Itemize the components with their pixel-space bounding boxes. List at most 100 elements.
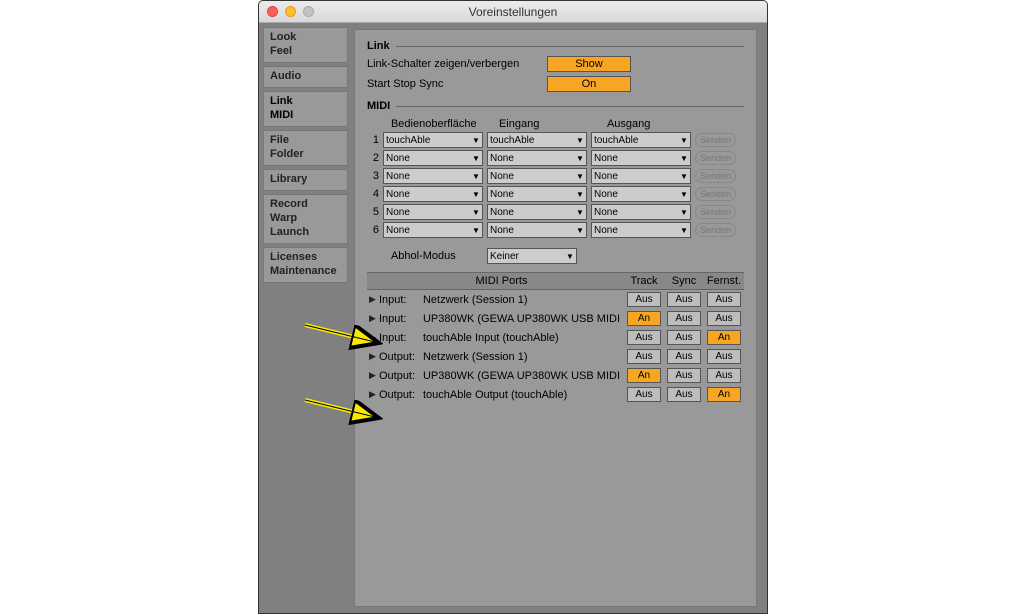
port-toggle[interactable]: Aus xyxy=(667,292,701,307)
port-name: UP380WK (GEWA UP380WK USB MIDI xyxy=(423,313,624,325)
port-toggle[interactable]: Aus xyxy=(667,387,701,402)
port-toggle[interactable]: Aus xyxy=(627,330,661,345)
midi-slot-row: 5None▼None▼None▼Senden xyxy=(367,204,744,220)
chevron-down-icon: ▼ xyxy=(472,226,480,235)
control-surface-select[interactable]: None▼ xyxy=(383,150,483,166)
preferences-window: Voreinstellungen Look Feel Audio Link MI… xyxy=(258,0,768,614)
pickup-mode-select[interactable]: Keiner ▼ xyxy=(487,248,577,264)
control-surface-select[interactable]: None▼ xyxy=(383,186,483,202)
port-toggle[interactable]: Aus xyxy=(707,368,741,383)
port-toggle[interactable]: Aus xyxy=(627,292,661,307)
midi-output-select[interactable]: None▼ xyxy=(591,186,691,202)
control-surface-select[interactable]: None▼ xyxy=(383,222,483,238)
senden-button[interactable]: Senden xyxy=(695,151,736,165)
chevron-down-icon: ▼ xyxy=(680,172,688,181)
close-icon[interactable] xyxy=(267,6,278,17)
port-toggle[interactable]: Aus xyxy=(627,349,661,364)
midi-input-select[interactable]: touchAble▼ xyxy=(487,132,587,148)
link-sync-label: Start Stop Sync xyxy=(367,78,547,90)
port-toggle[interactable]: Aus xyxy=(667,330,701,345)
disclosure-triangle-icon[interactable]: ▶ xyxy=(367,389,379,400)
slot-number: 6 xyxy=(367,224,383,236)
senden-button[interactable]: Senden xyxy=(695,133,736,147)
chevron-down-icon: ▼ xyxy=(472,172,480,181)
control-surface-select[interactable]: None▼ xyxy=(383,168,483,184)
sidebar-item-look-feel[interactable]: Look Feel xyxy=(263,27,348,63)
port-toggle[interactable]: An xyxy=(707,387,741,402)
link-show-toggle[interactable]: Show xyxy=(547,56,631,72)
minimize-icon[interactable] xyxy=(285,6,296,17)
zoom-icon[interactable] xyxy=(303,6,314,17)
midi-port-row: ▶Input:UP380WK (GEWA UP380WK USB MIDIAnA… xyxy=(367,309,744,328)
disclosure-triangle-icon[interactable]: ▶ xyxy=(367,370,379,381)
control-surface-select[interactable]: None▼ xyxy=(383,204,483,220)
midi-output-select[interactable]: None▼ xyxy=(591,204,691,220)
midi-input-select[interactable]: None▼ xyxy=(487,168,587,184)
midi-ports-header: MIDI Ports Track Sync Fernst. xyxy=(367,272,744,290)
pickup-mode-label: Abhol-Modus xyxy=(367,250,487,262)
midi-output-select[interactable]: None▼ xyxy=(591,168,691,184)
port-direction: Output: xyxy=(379,389,423,401)
port-toggle[interactable]: Aus xyxy=(667,368,701,383)
port-name: touchAble Input (touchAble) xyxy=(423,332,624,344)
chevron-down-icon: ▼ xyxy=(472,208,480,217)
disclosure-triangle-icon[interactable]: ▶ xyxy=(367,332,379,343)
slot-number: 3 xyxy=(367,170,383,182)
port-toggle[interactable]: Aus xyxy=(667,349,701,364)
slot-number: 2 xyxy=(367,152,383,164)
port-toggle[interactable]: Aus xyxy=(667,311,701,326)
port-name: UP380WK (GEWA UP380WK USB MIDI xyxy=(423,370,624,382)
port-toggle[interactable]: Aus xyxy=(707,311,741,326)
port-toggle[interactable]: An xyxy=(627,311,661,326)
sidebar-item-link-midi[interactable]: Link MIDI xyxy=(263,91,348,127)
chevron-down-icon: ▼ xyxy=(472,136,480,145)
senden-button[interactable]: Senden xyxy=(695,169,736,183)
sidebar-item-library[interactable]: Library xyxy=(263,169,348,191)
chevron-down-icon: ▼ xyxy=(680,190,688,199)
port-toggle[interactable]: Aus xyxy=(627,387,661,402)
section-midi-header: MIDI xyxy=(367,100,744,112)
sidebar-item-audio[interactable]: Audio xyxy=(263,66,348,88)
sidebar-item-licenses-maintenance[interactable]: Licenses Maintenance xyxy=(263,247,348,283)
port-toggle[interactable]: Aus xyxy=(707,349,741,364)
link-show-label: Link-Schalter zeigen/verbergen xyxy=(367,58,547,70)
chevron-down-icon: ▼ xyxy=(680,208,688,217)
midi-port-row: ▶Output:touchAble Output (touchAble)AusA… xyxy=(367,385,744,404)
midi-port-row: ▶Input:Netzwerk (Session 1)AusAusAus xyxy=(367,290,744,309)
section-link-header: Link xyxy=(367,40,744,52)
senden-button[interactable]: Senden xyxy=(695,187,736,201)
midi-input-select[interactable]: None▼ xyxy=(487,150,587,166)
port-toggle[interactable]: Aus xyxy=(707,292,741,307)
midi-output-select[interactable]: None▼ xyxy=(591,222,691,238)
chevron-down-icon: ▼ xyxy=(566,252,574,261)
midi-slot-row: 1touchAble▼touchAble▼touchAble▼Senden xyxy=(367,132,744,148)
control-surface-select[interactable]: touchAble▼ xyxy=(383,132,483,148)
slot-number: 1 xyxy=(367,134,383,146)
link-sync-toggle[interactable]: On xyxy=(547,76,631,92)
disclosure-triangle-icon[interactable]: ▶ xyxy=(367,294,379,305)
midi-output-select[interactable]: None▼ xyxy=(591,150,691,166)
chevron-down-icon: ▼ xyxy=(576,226,584,235)
midi-input-select[interactable]: None▼ xyxy=(487,222,587,238)
sidebar: Look Feel Audio Link MIDI File Folder Li… xyxy=(259,23,348,613)
chevron-down-icon: ▼ xyxy=(576,154,584,163)
chevron-down-icon: ▼ xyxy=(576,190,584,199)
port-toggle[interactable]: An xyxy=(627,368,661,383)
senden-button[interactable]: Senden xyxy=(695,223,736,237)
midi-column-headers: Bedienoberfläche Eingang Ausgang xyxy=(367,118,744,130)
chevron-down-icon: ▼ xyxy=(680,136,688,145)
port-toggle[interactable]: An xyxy=(707,330,741,345)
disclosure-triangle-icon[interactable]: ▶ xyxy=(367,313,379,324)
disclosure-triangle-icon[interactable]: ▶ xyxy=(367,351,379,362)
chevron-down-icon: ▼ xyxy=(576,172,584,181)
titlebar[interactable]: Voreinstellungen xyxy=(259,1,767,23)
midi-input-select[interactable]: None▼ xyxy=(487,204,587,220)
window-title: Voreinstellungen xyxy=(259,5,767,19)
midi-input-select[interactable]: None▼ xyxy=(487,186,587,202)
midi-port-row: ▶Output:Netzwerk (Session 1)AusAusAus xyxy=(367,347,744,366)
midi-output-select[interactable]: touchAble▼ xyxy=(591,132,691,148)
sidebar-item-record-warp-launch[interactable]: Record Warp Launch xyxy=(263,194,348,244)
senden-button[interactable]: Senden xyxy=(695,205,736,219)
midi-slot-row: 3None▼None▼None▼Senden xyxy=(367,168,744,184)
sidebar-item-file-folder[interactable]: File Folder xyxy=(263,130,348,166)
